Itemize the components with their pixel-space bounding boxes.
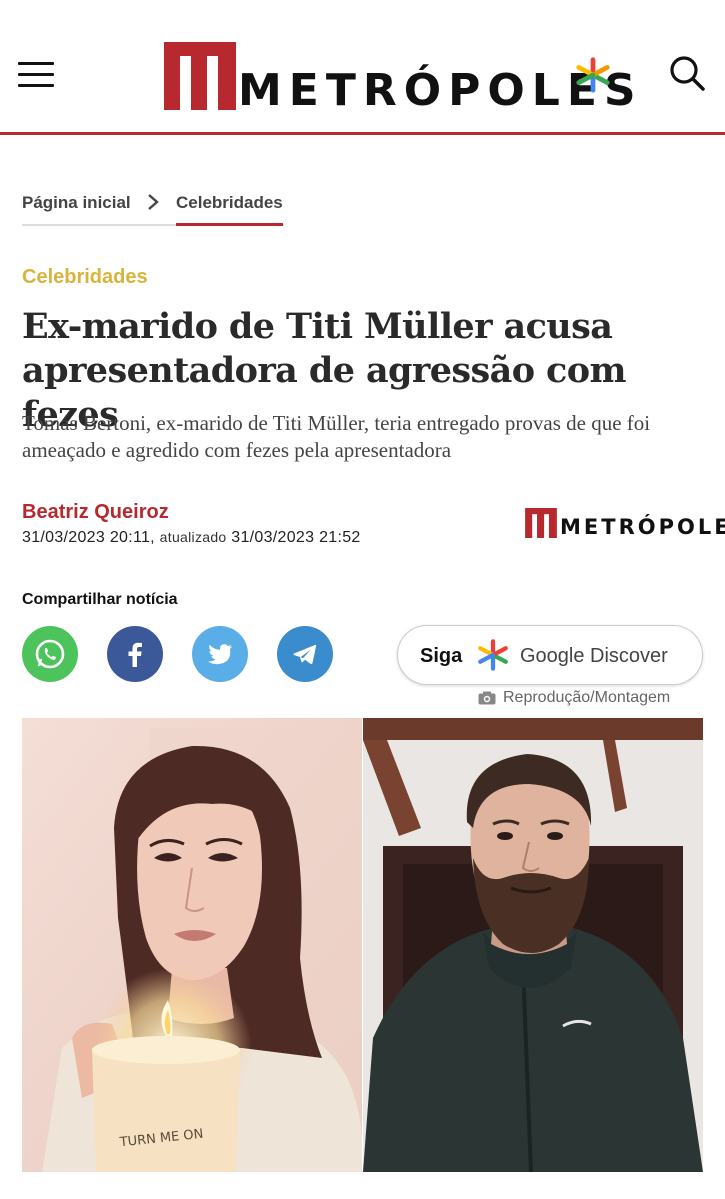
article-subtitle: Tomás Bertoni, ex-marido de Titi Müller,… [22, 411, 651, 462]
hamburger-menu-icon[interactable] [18, 62, 54, 88]
logo-m-mark-small [525, 508, 557, 538]
breadcrumb: Página inicial Celebridades [22, 190, 284, 226]
updated-date: 31/03/2023 21:52 [231, 529, 361, 546]
facebook-icon [128, 642, 142, 667]
image-credit: Reprodução/Montagem [478, 689, 670, 707]
article-category[interactable]: Celebridades [22, 266, 148, 289]
photo-bearded-man [363, 718, 703, 1172]
follow-google-discover-button[interactable]: Siga Google Discover [397, 625, 703, 685]
photo-woman-with-candle: TURN ME ON [22, 718, 362, 1172]
logo-m-mark [164, 42, 236, 110]
chevron-right-icon [148, 194, 159, 210]
site-header: METRÓPOLES [0, 0, 725, 135]
whatsapp-icon [35, 639, 65, 669]
share-telegram-button[interactable] [277, 626, 333, 682]
twitter-icon [208, 644, 232, 665]
article-author[interactable]: Beatriz Queiroz [22, 501, 169, 524]
breadcrumb-home-link[interactable]: Página inicial [22, 193, 131, 213]
site-logo[interactable]: METRÓPOLES [164, 40, 643, 113]
article-dates: 31/03/2023 20:11, atualizado 31/03/2023 … [22, 529, 361, 547]
google-discover-icon [478, 639, 508, 671]
published-date: 31/03/2023 20:11, [22, 529, 155, 546]
share-label: Compartilhar notícia [22, 591, 178, 608]
share-whatsapp-button[interactable] [22, 626, 78, 682]
image-credit-text: Reprodução/Montagem [503, 689, 671, 706]
breadcrumb-current-link[interactable]: Celebridades [176, 193, 283, 213]
share-twitter-button[interactable] [192, 626, 248, 682]
telegram-icon [293, 644, 317, 665]
logo-star-icon [576, 57, 610, 93]
author-outlet-logo: METRÓPOLES [524, 506, 725, 538]
updated-label: atualizado [159, 529, 227, 545]
article-photo-montage[interactable]: TURN ME ON [22, 718, 703, 1172]
share-facebook-button[interactable] [107, 626, 163, 682]
discover-label: Google Discover [520, 645, 668, 667]
search-icon[interactable] [668, 54, 706, 92]
breadcrumb-active-underline [176, 223, 283, 226]
logo-wordmark-small: METRÓPOLES [560, 515, 725, 539]
discover-siga-label: Siga [420, 645, 463, 667]
camera-icon [478, 691, 496, 705]
